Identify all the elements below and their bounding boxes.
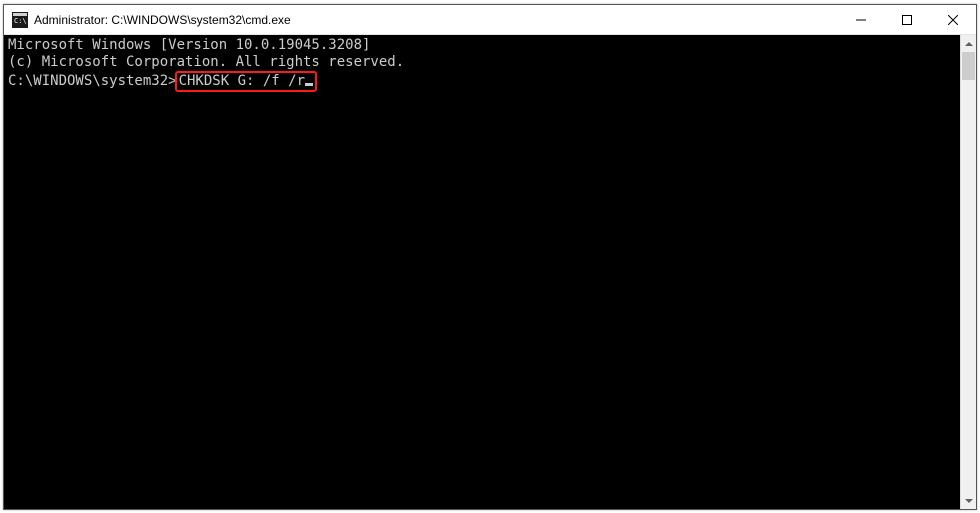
terminal-content[interactable]: Microsoft Windows [Version 10.0.19045.32…: [4, 35, 960, 509]
close-button[interactable]: [930, 5, 976, 34]
terminal-line-version: Microsoft Windows [Version 10.0.19045.32…: [8, 37, 956, 54]
terminal-area: Microsoft Windows [Version 10.0.19045.32…: [4, 35, 976, 509]
maximize-button[interactable]: [884, 5, 930, 34]
cmd-window: C:\ Administrator: C:\WINDOWS\system32\c…: [3, 4, 977, 510]
scroll-down-arrow-icon[interactable]: [961, 492, 976, 509]
terminal-prompt: C:\WINDOWS\system32>: [8, 73, 177, 89]
command-highlight-box: CHKDSK G: /f /r: [175, 71, 317, 92]
cmd-icon: C:\: [12, 12, 28, 28]
vertical-scrollbar[interactable]: [960, 35, 976, 509]
scroll-thumb[interactable]: [962, 52, 975, 80]
terminal-prompt-line: C:\WINDOWS\system32>CHKDSK G: /f /r: [8, 71, 956, 92]
scroll-up-arrow-icon[interactable]: [961, 35, 976, 52]
minimize-button[interactable]: [838, 5, 884, 34]
svg-text:C:\: C:\: [14, 17, 27, 25]
terminal-cursor: [305, 83, 313, 86]
window-title: Administrator: C:\WINDOWS\system32\cmd.e…: [34, 13, 838, 27]
titlebar[interactable]: C:\ Administrator: C:\WINDOWS\system32\c…: [4, 5, 976, 35]
window-controls: [838, 5, 976, 34]
terminal-line-copyright: (c) Microsoft Corporation. All rights re…: [8, 54, 956, 71]
terminal-command: CHKDSK G: /f /r: [179, 73, 305, 89]
